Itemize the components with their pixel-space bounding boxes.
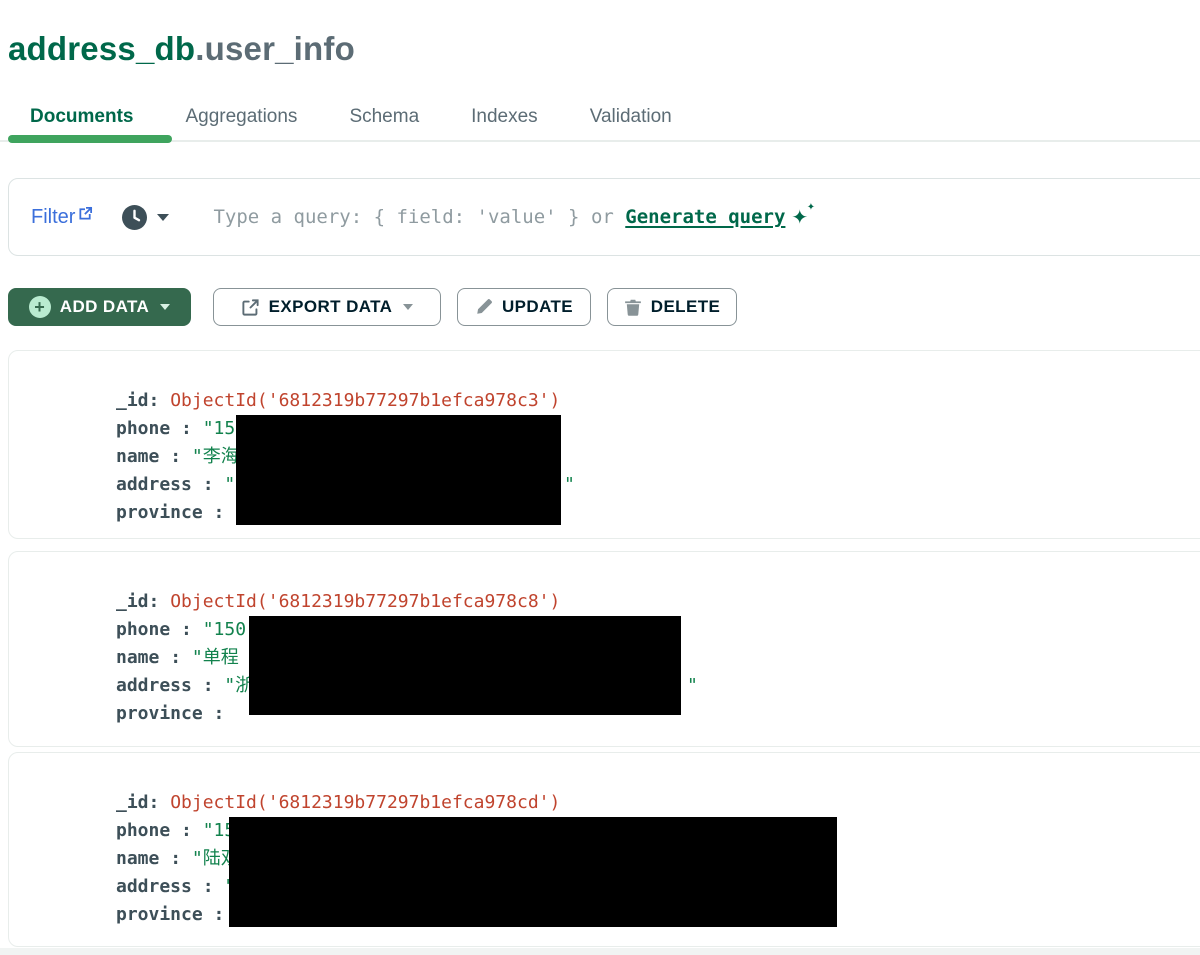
tab-indexes[interactable]: Indexes (471, 96, 538, 140)
plus-circle-icon: + (29, 296, 51, 318)
field-key: phone (116, 619, 170, 640)
field-separator: : (170, 619, 203, 640)
field-row: _id: ObjectId('6812319b77297b1efca978cd'… (116, 789, 1200, 817)
field-separator: : (159, 647, 192, 668)
filter-label: Filter (31, 206, 75, 229)
field-separator: : (192, 474, 225, 495)
field-separator: : (159, 446, 192, 467)
update-label: UPDATE (502, 297, 573, 317)
field-value: "15 (203, 418, 236, 439)
chevron-down-icon (160, 304, 170, 310)
field-key: phone (116, 820, 170, 841)
field-value: ObjectId('6812319b77297b1efca978c8') (170, 591, 560, 612)
trash-icon (624, 298, 642, 316)
field-separator: : (149, 792, 171, 813)
field-separator: : (159, 848, 192, 869)
field-key: phone (116, 418, 170, 439)
tab-documents[interactable]: Documents (30, 96, 133, 140)
export-icon (241, 298, 260, 317)
field-key: province (116, 904, 203, 925)
field-row: _id: ObjectId('6812319b77297b1efca978c8'… (116, 588, 1200, 616)
clock-icon (121, 204, 148, 231)
field-separator: : (203, 502, 236, 523)
export-data-button[interactable]: EXPORT DATA (213, 288, 441, 326)
field-key: _id (116, 390, 149, 411)
document-card[interactable]: _id: ObjectId('6812319b77297b1efca978c8'… (8, 551, 1200, 747)
field-value: " (224, 474, 235, 495)
update-button[interactable]: UPDATE (457, 288, 591, 326)
sparkle-icon: ✦✦ (791, 205, 808, 229)
field-value: "李海 (192, 446, 239, 467)
document-card[interactable]: _id: ObjectId('6812319b77297b1efca978cd'… (8, 752, 1200, 947)
page-background-strip (0, 948, 1200, 955)
field-key: _id (116, 591, 149, 612)
field-separator: : (192, 876, 225, 897)
field-key: name (116, 446, 159, 467)
field-key: name (116, 848, 159, 869)
redaction-box (249, 616, 681, 715)
field-separator: : (170, 418, 203, 439)
field-separator: : (149, 390, 171, 411)
generate-query-link[interactable]: Generate query (625, 206, 785, 228)
field-separator: : (192, 675, 225, 696)
chevron-down-icon (157, 214, 169, 221)
redaction-box (229, 817, 837, 927)
query-bar: Filter Type a query: { field: 'value' } … (8, 178, 1200, 256)
pencil-icon (475, 298, 493, 316)
document-card[interactable]: _id: ObjectId('6812319b77297b1efca978c3'… (8, 350, 1200, 539)
field-value: ObjectId('6812319b77297b1efca978cd') (170, 792, 560, 813)
field-value: "单程 (192, 647, 239, 668)
field-separator: : (170, 820, 203, 841)
delete-button[interactable]: DELETE (607, 288, 737, 326)
title-separator: . (195, 30, 204, 67)
delete-label: DELETE (651, 297, 720, 317)
external-link-icon (78, 206, 93, 221)
document-fields: _id: ObjectId('6812319b77297b1efca978c3'… (9, 351, 1200, 527)
field-row: _id: ObjectId('6812319b77297b1efca978c3'… (116, 387, 1200, 415)
tab-schema[interactable]: Schema (349, 96, 419, 140)
add-data-button[interactable]: + ADD DATA (8, 288, 191, 326)
chevron-down-icon (403, 304, 413, 310)
field-key: province (116, 502, 203, 523)
query-input[interactable]: Type a query: { field: 'value' } or Gene… (213, 205, 808, 229)
collection-tabs: Documents Aggregations Schema Indexes Va… (0, 96, 1200, 142)
tab-validation[interactable]: Validation (590, 96, 672, 140)
filter-link[interactable]: Filter (31, 206, 93, 229)
field-separator: : (149, 591, 171, 612)
active-tab-underline (8, 135, 172, 143)
redaction-box (236, 415, 561, 525)
field-key: _id (116, 792, 149, 813)
tab-aggregations[interactable]: Aggregations (185, 96, 297, 140)
page-title: address_db.user_info (8, 30, 355, 68)
query-placeholder: Type a query: { field: 'value' } or (213, 206, 625, 228)
field-key: province (116, 703, 203, 724)
export-data-label: EXPORT DATA (269, 297, 393, 317)
field-value: ObjectId('6812319b77297b1efca978c3') (170, 390, 560, 411)
field-value-suffix: " (687, 672, 698, 700)
field-key: address (116, 675, 192, 696)
query-history-button[interactable] (121, 204, 169, 231)
field-value-suffix: " (564, 471, 575, 499)
database-name: address_db (8, 30, 195, 67)
field-value: "150 (203, 619, 246, 640)
field-key: address (116, 876, 192, 897)
add-data-label: ADD DATA (60, 297, 149, 317)
collection-name: user_info (205, 30, 355, 67)
field-key: address (116, 474, 192, 495)
field-separator: : (203, 703, 236, 724)
field-key: name (116, 647, 159, 668)
